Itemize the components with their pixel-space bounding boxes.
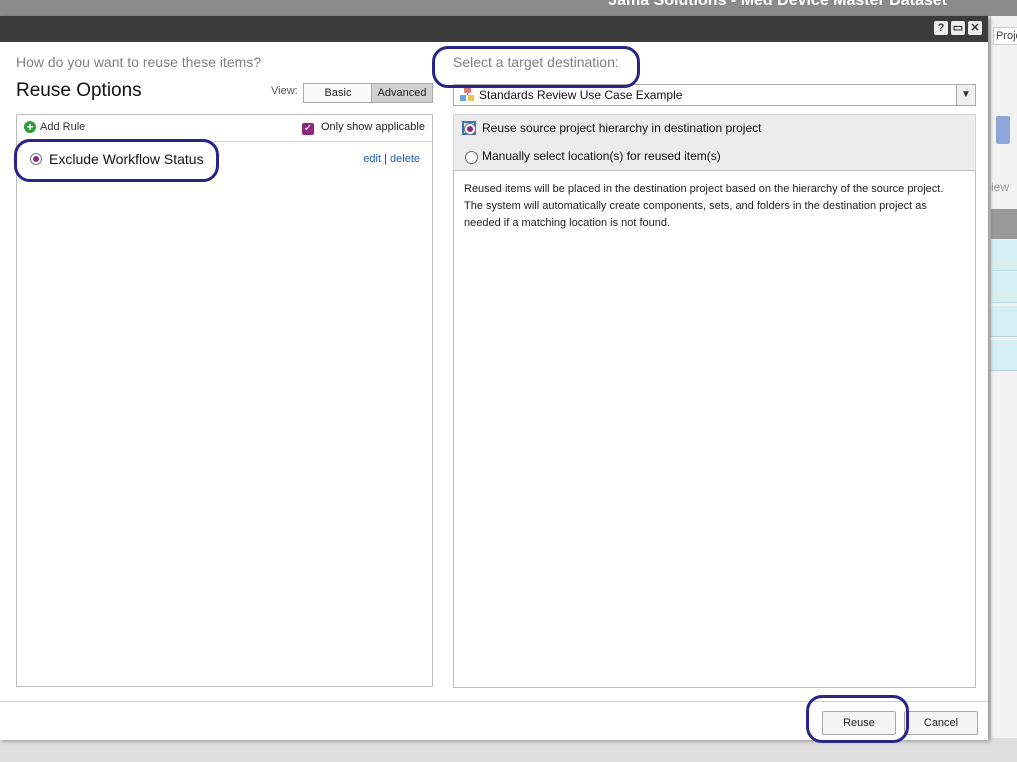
close-icon[interactable]: ✕ — [968, 21, 982, 35]
project-icon — [460, 88, 474, 101]
option-hierarchy-radio[interactable] — [462, 121, 476, 135]
background-table-row — [991, 340, 1017, 371]
dialog-body: How do you want to reuse these items? Re… — [0, 42, 988, 740]
help-icon[interactable]: ? — [934, 21, 948, 35]
view-basic-button[interactable]: Basic — [303, 83, 373, 103]
destination-options: Reuse source project hierarchy in destin… — [453, 114, 976, 171]
reuse-options-title: Reuse Options — [16, 80, 142, 101]
only-show-applicable-label: Only show applicable — [321, 121, 425, 133]
only-show-applicable-checkbox[interactable]: ✓ — [302, 123, 314, 135]
view-label: View: — [271, 85, 298, 97]
destination-project-value: Standards Review Use Case Example — [479, 88, 683, 102]
destination-project-select[interactable]: Standards Review Use Case Example ▼ — [453, 84, 976, 106]
reuse-dialog: ? ▭ ✕ How do you want to reuse these ite… — [0, 16, 988, 740]
dialog-footer: Reuse Cancel — [0, 701, 988, 740]
background-tab: Proje — [993, 27, 1017, 45]
rule-radio[interactable] — [30, 153, 42, 165]
background-button — [996, 116, 1010, 144]
rules-panel: + Add Rule ✓ Only show applicable Exclud… — [16, 114, 433, 687]
background-table-row — [991, 240, 1017, 271]
option-manual-radio[interactable] — [465, 151, 478, 164]
view-advanced-button[interactable]: Advanced — [371, 83, 433, 103]
background-table-row — [991, 272, 1017, 303]
chevron-down-icon[interactable]: ▼ — [956, 85, 975, 105]
background-table-header — [991, 209, 1017, 239]
option-hierarchy-label[interactable]: Reuse source project hierarchy in destin… — [482, 121, 761, 135]
rule-item[interactable]: Exclude Workflow Status edit | delete — [17, 145, 432, 175]
option-manual-label[interactable]: Manually select location(s) for reused i… — [482, 149, 721, 163]
rule-edit-link[interactable]: edit — [363, 153, 381, 165]
destination-prompt: Select a target destination: — [453, 54, 619, 70]
reuse-button[interactable]: Reuse — [822, 711, 896, 735]
destination-description: Reused items will be placed in the desti… — [464, 183, 944, 229]
background-view-label: iew — [991, 180, 1010, 194]
reuse-question: How do you want to reuse these items? — [16, 54, 262, 70]
rule-label: Exclude Workflow Status — [49, 151, 204, 167]
app-title: Jama Solutions - Med Device Master Datas… — [608, 0, 947, 9]
background-footer — [0, 738, 1017, 762]
background-app-panel: Proje iew — [990, 16, 1017, 746]
cancel-button[interactable]: Cancel — [904, 711, 978, 735]
app-header: Jama Solutions - Med Device Master Datas… — [0, 0, 1017, 16]
rule-delete-link[interactable]: delete — [390, 153, 420, 165]
add-icon[interactable]: + — [24, 121, 36, 133]
dialog-titlebar: ? ▭ ✕ — [0, 16, 988, 42]
add-rule-link[interactable]: Add Rule — [40, 121, 85, 133]
background-table-row — [991, 306, 1017, 337]
destination-description-box: Reused items will be placed in the desti… — [453, 170, 976, 688]
rule-actions: edit | delete — [363, 153, 420, 165]
maximize-icon[interactable]: ▭ — [951, 21, 965, 35]
rule-link-separator: | — [384, 153, 387, 165]
rules-toolbar: + Add Rule ✓ Only show applicable — [17, 115, 432, 142]
